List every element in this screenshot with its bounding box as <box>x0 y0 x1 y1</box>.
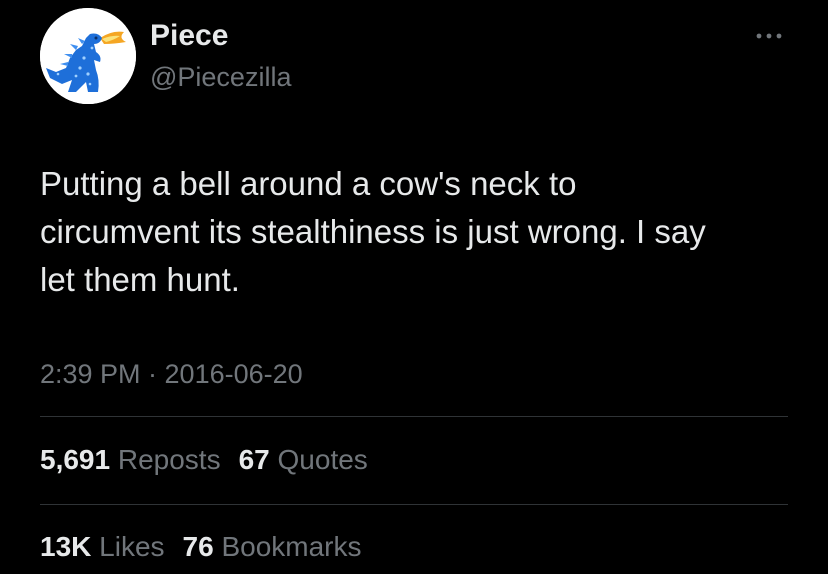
likes-stat[interactable]: 13K Likes <box>40 529 165 565</box>
user-handle[interactable]: @Piecezilla <box>150 60 291 94</box>
bookmarks-count: 76 <box>182 531 214 562</box>
like-bookmark-stats: 13K Likes 76 Bookmarks <box>40 529 362 565</box>
avatar[interactable] <box>40 8 136 104</box>
quotes-stat[interactable]: 67 Quotes <box>239 442 368 478</box>
bookmarks-label: Bookmarks <box>221 531 362 562</box>
quotes-label: Quotes <box>277 444 368 475</box>
repost-quote-stats: 5,691 Reposts 67 Quotes <box>40 442 368 478</box>
tweet-card: Piece @Piecezilla Putting a bell around … <box>0 0 828 574</box>
display-name[interactable]: Piece <box>150 18 228 54</box>
bookmarks-stat[interactable]: 76 Bookmarks <box>183 529 362 565</box>
likes-label: Likes <box>99 531 165 562</box>
reposts-label: Reposts <box>117 444 221 475</box>
quotes-count: 67 <box>238 444 270 475</box>
likes-count: 13K <box>40 531 92 562</box>
divider-middle <box>40 504 788 505</box>
more-options-button[interactable] <box>750 22 788 50</box>
godzilla-avatar-icon <box>40 8 136 104</box>
more-horizontal-icon <box>756 33 782 39</box>
reposts-count: 5,691 <box>40 444 111 475</box>
divider-top <box>40 416 788 417</box>
tweet-timestamp[interactable]: 2:39 PM · 2016-06-20 <box>40 356 303 392</box>
reposts-stat[interactable]: 5,691 Reposts <box>40 442 221 478</box>
tweet-text: Putting a bell around a cow's neck to ci… <box>40 165 706 298</box>
